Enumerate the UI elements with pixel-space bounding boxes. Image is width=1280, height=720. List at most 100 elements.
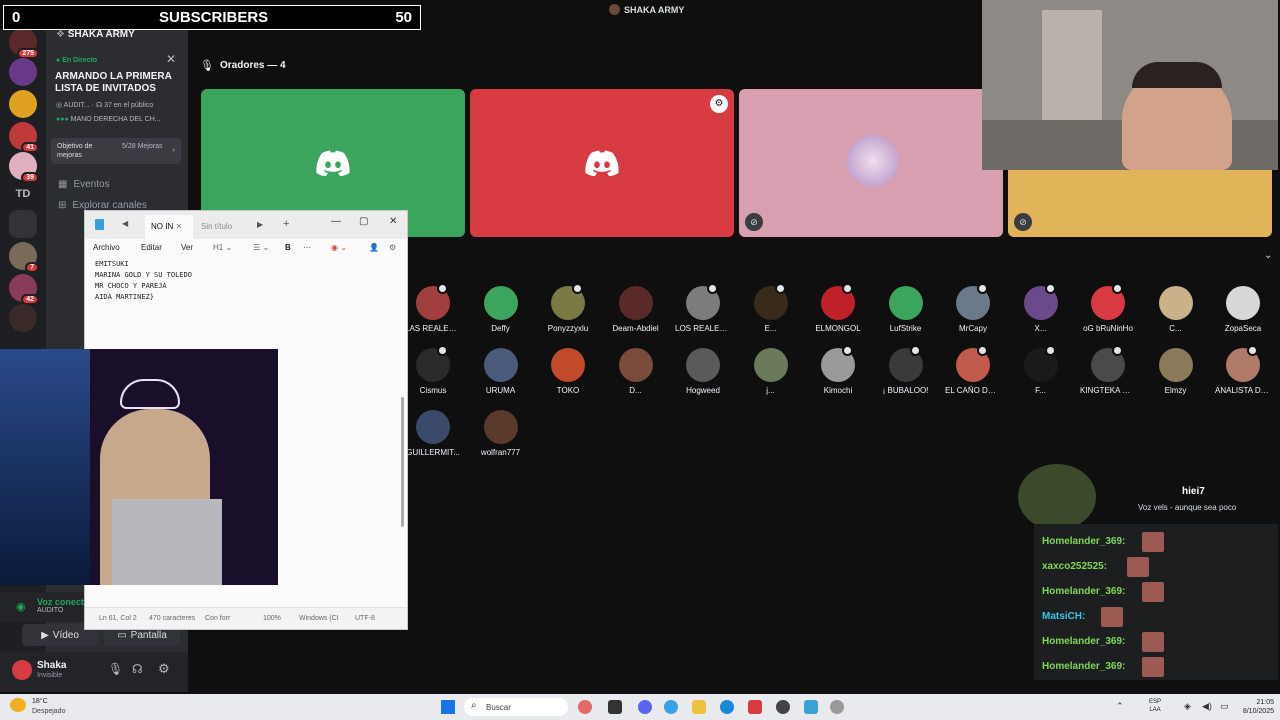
signal-icon: ◉ bbox=[16, 601, 26, 613]
headphones-icon[interactable]: ☊ bbox=[132, 662, 143, 676]
app-icon[interactable] bbox=[830, 700, 844, 714]
tab-inactive[interactable]: Sin título bbox=[201, 222, 232, 231]
server-icon[interactable]: 42 bbox=[9, 274, 39, 305]
volume-icon[interactable]: ◀) bbox=[1202, 701, 1212, 712]
audience-member[interactable]: Ponyzzyxlu bbox=[540, 283, 596, 333]
audience-member[interactable]: LAS REALES I... bbox=[405, 283, 461, 333]
audience-member[interactable]: ¡ BUBALOO! bbox=[878, 345, 934, 395]
close-window-icon[interactable]: ✕ bbox=[389, 216, 397, 227]
audience-member[interactable]: ANALISTA DE... bbox=[1215, 345, 1271, 395]
account-icon[interactable]: 👤 bbox=[369, 243, 379, 252]
close-icon[interactable]: ✕ bbox=[166, 52, 176, 66]
list-icon[interactable]: ☰ ⌄ bbox=[253, 243, 269, 252]
event-title[interactable]: ARMANDO LA PRIMERA LISTA DE INVITADOS bbox=[55, 71, 180, 95]
audience-member[interactable]: Kimochi bbox=[810, 345, 866, 395]
audience-member[interactable]: D... bbox=[608, 348, 664, 395]
audience-member[interactable]: LufStrike bbox=[878, 286, 934, 333]
server-icon[interactable]: 7 bbox=[9, 242, 39, 273]
edge-icon[interactable] bbox=[720, 700, 734, 714]
scrollbar[interactable] bbox=[401, 397, 404, 527]
audience-member[interactable]: ZopaSeca bbox=[1215, 286, 1271, 333]
host-icon: ◎ bbox=[56, 102, 64, 109]
more-icon[interactable]: ⋯ bbox=[303, 243, 311, 252]
menu-view[interactable]: Ver bbox=[181, 243, 193, 252]
taskbar-search[interactable]: ⌕ Buscar bbox=[464, 698, 568, 716]
app-icon[interactable] bbox=[664, 700, 678, 714]
moderator-shield-icon: ⚙ bbox=[710, 95, 728, 113]
audience-member[interactable]: Deam-Abdiel bbox=[608, 286, 664, 333]
audience-member[interactable]: KINGTEKA DE... bbox=[1080, 345, 1136, 395]
audience-member[interactable]: URUMA bbox=[473, 348, 529, 395]
audience-member[interactable]: oG bRuNinHo bbox=[1080, 283, 1136, 333]
battery-icon[interactable]: ▭ bbox=[1220, 701, 1229, 712]
menu-file[interactable]: Archivo bbox=[93, 243, 120, 252]
app-icon[interactable] bbox=[748, 700, 762, 714]
file-explorer-icon[interactable] bbox=[692, 700, 706, 714]
settings-gear-icon[interactable]: ⚙ bbox=[389, 243, 396, 252]
maximize-icon[interactable]: ▢ bbox=[359, 216, 368, 227]
audience-member[interactable]: Cismus bbox=[405, 345, 461, 395]
notepad-taskbar-icon[interactable] bbox=[804, 700, 818, 714]
server-name[interactable]: ❖ SHAKA ARMY bbox=[56, 29, 135, 40]
heading-dropdown[interactable]: H1 ⌄ bbox=[213, 243, 232, 252]
settings-gear-icon[interactable]: ⚙ bbox=[158, 661, 170, 677]
server-icon[interactable] bbox=[9, 58, 37, 86]
menu-edit[interactable]: Editar bbox=[141, 243, 162, 252]
audience-member[interactable]: F... bbox=[1013, 345, 1069, 395]
server-avatar bbox=[609, 4, 620, 15]
bold-button[interactable]: B bbox=[285, 243, 291, 252]
language-indicator[interactable]: ESP LAA bbox=[1149, 698, 1161, 714]
audience-member[interactable]: C... bbox=[1148, 286, 1204, 333]
audience-member[interactable]: TOKO bbox=[540, 348, 596, 395]
avatar[interactable] bbox=[12, 660, 32, 680]
minimize-icon[interactable]: — bbox=[331, 216, 341, 227]
speaker-tile[interactable]: ⊘ bbox=[739, 89, 1003, 237]
audience-member[interactable]: j... bbox=[743, 348, 799, 395]
sidebar-item-events[interactable]: ▦ Eventos bbox=[58, 179, 110, 190]
voice-status[interactable]: Voz conect bbox=[37, 597, 84, 607]
audience-member[interactable]: E... bbox=[743, 283, 799, 333]
audience-member[interactable]: Elmzy bbox=[1148, 348, 1204, 395]
audience-member[interactable]: GUILLERMIT... bbox=[405, 410, 461, 457]
microphone-icon[interactable]: 🎙 bbox=[108, 662, 123, 676]
server-icon[interactable] bbox=[9, 304, 37, 332]
voice-channel[interactable]: AUDITO bbox=[37, 607, 63, 614]
audience-name: EL CAÑO DE ... bbox=[945, 386, 1001, 395]
discord-taskbar-icon[interactable] bbox=[638, 700, 652, 714]
audience-member[interactable]: wolfran777 bbox=[473, 410, 529, 457]
clock[interactable]: 21:05 8/10/2025 bbox=[1238, 698, 1274, 716]
app-icon[interactable] bbox=[776, 700, 790, 714]
weather-temp[interactable]: 18°C bbox=[32, 698, 48, 705]
document-text[interactable]: EMITSUKI MARINA GOLD Y SU TOLEDO MR CHOC… bbox=[95, 259, 192, 303]
boost-goal[interactable]: Objetivo de mejoras 5/28 Mejoras › bbox=[51, 138, 181, 164]
audience-member[interactable]: X... bbox=[1013, 283, 1069, 333]
copilot-icon[interactable] bbox=[578, 700, 592, 714]
chevron-down-icon[interactable]: ⌄ bbox=[1264, 250, 1272, 261]
username[interactable]: Shaka bbox=[37, 660, 66, 671]
server-icon[interactable]: 39 bbox=[9, 152, 39, 183]
tab-forward-icon[interactable]: ▶ bbox=[257, 220, 263, 229]
speaker-avatars-icon: ●●● bbox=[56, 116, 71, 123]
folder-icon[interactable] bbox=[9, 210, 37, 238]
audience-member[interactable]: Deffy bbox=[473, 286, 529, 333]
audience-member[interactable]: LOS REALES ... bbox=[675, 283, 731, 333]
audience-member[interactable]: Hogweed bbox=[675, 348, 731, 395]
close-icon[interactable]: ✕ bbox=[175, 222, 182, 231]
server-icon[interactable] bbox=[9, 90, 37, 118]
network-icon[interactable]: ◈ bbox=[1184, 701, 1191, 712]
tab-active[interactable]: NO IN ✕ bbox=[145, 215, 193, 239]
server-icon-text[interactable]: TD bbox=[9, 180, 37, 208]
task-view-icon[interactable] bbox=[608, 700, 622, 714]
server-icon[interactable]: 41 bbox=[9, 122, 39, 153]
windows-start-icon[interactable] bbox=[441, 700, 455, 714]
audience-member[interactable]: EL CAÑO DE ... bbox=[945, 345, 1001, 395]
audience-member[interactable]: MrCapy bbox=[945, 283, 1001, 333]
copilot-icon[interactable]: ◉ ⌄ bbox=[331, 243, 347, 252]
speaker-tile[interactable]: ⚙ bbox=[470, 89, 734, 237]
audience-member[interactable]: ELMONGOL bbox=[810, 283, 866, 333]
calendar-icon: ▦ bbox=[58, 179, 68, 190]
chevron-up-icon[interactable]: ⌃ bbox=[1116, 701, 1124, 712]
tab-back-icon[interactable]: ◀ bbox=[122, 219, 128, 228]
server-icon[interactable]: 275 bbox=[9, 28, 39, 59]
new-tab-icon[interactable]: + bbox=[283, 218, 289, 230]
